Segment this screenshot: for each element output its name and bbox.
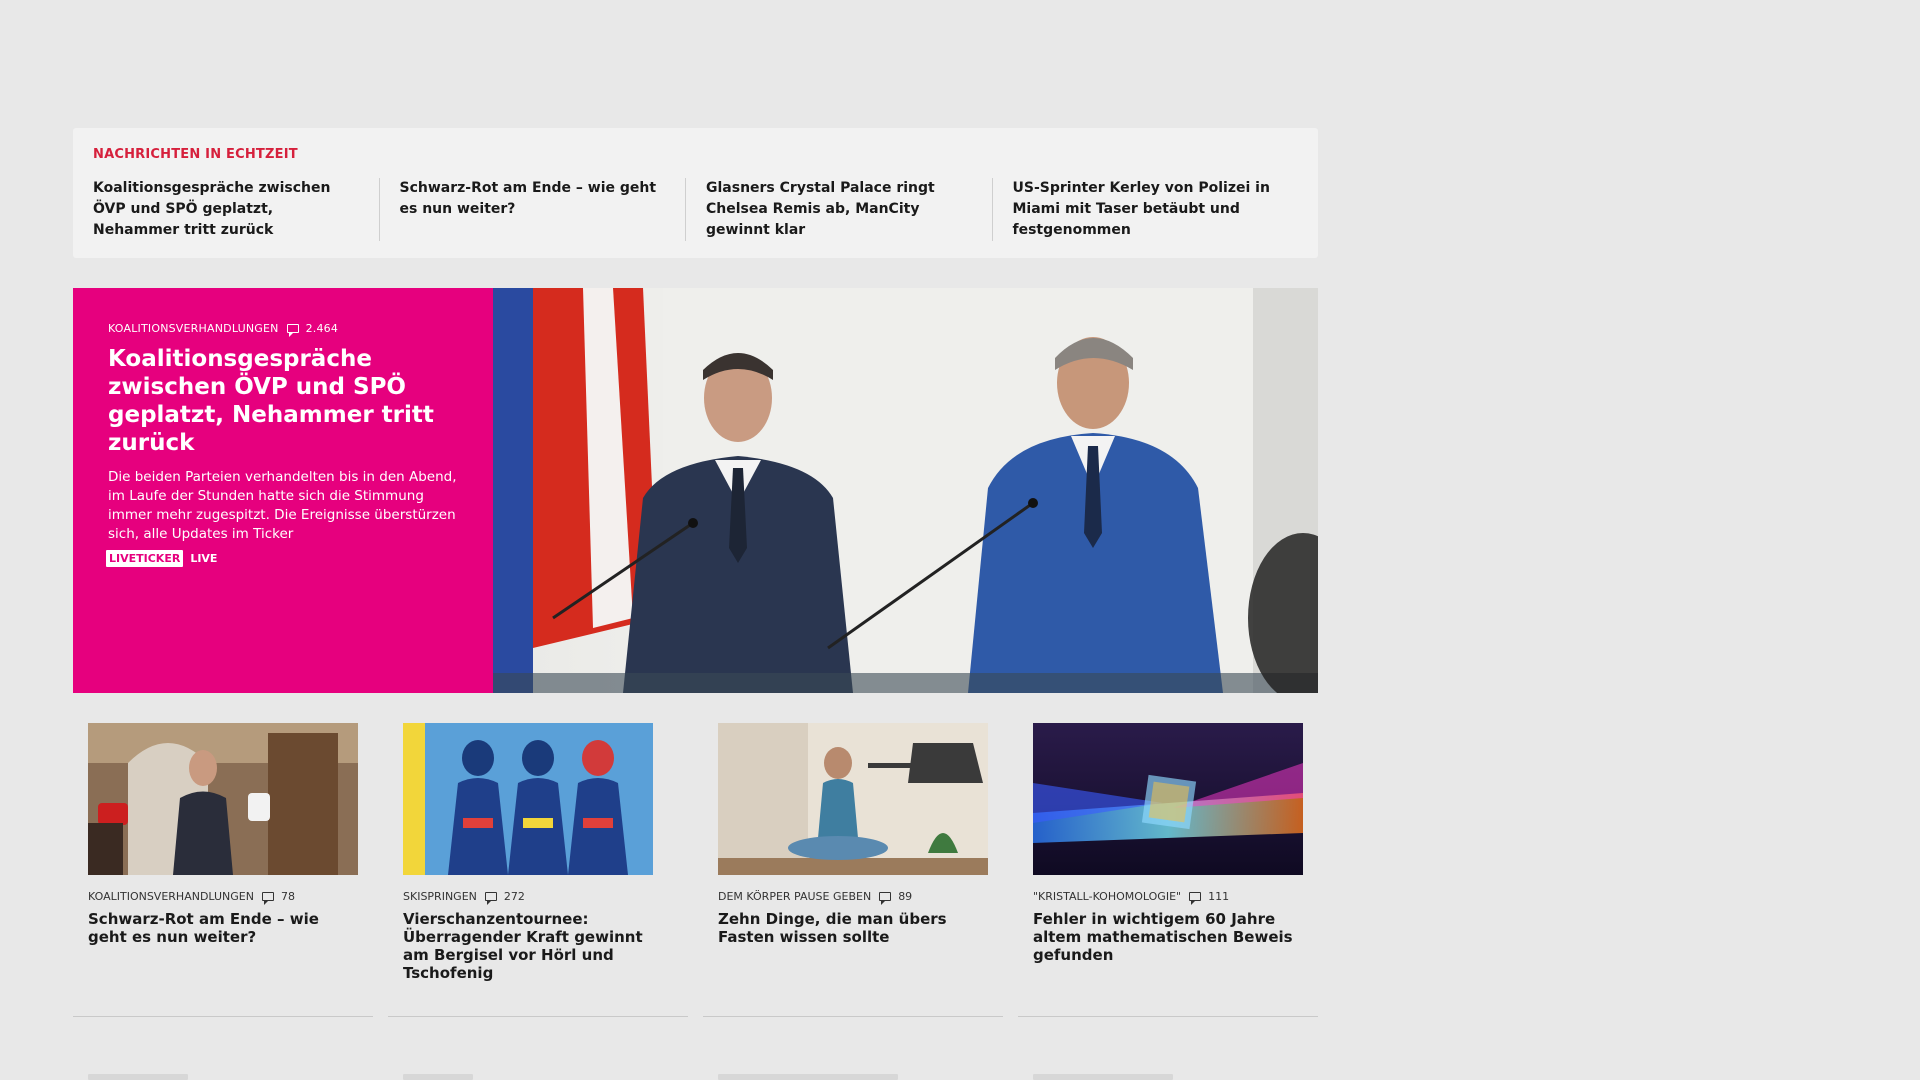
hero-meta: KOALITIONSVERHANDLUNGEN 2.464 [108, 322, 459, 337]
teaser-image-meditation[interactable] [718, 723, 988, 875]
teaser-meta: "KRISTALL-KOHOMOLOGIE" 111 [1033, 890, 1318, 905]
teaser-image-press-statement[interactable] [88, 723, 358, 875]
hero-badges: LIVETICKER LIVE [106, 550, 459, 567]
realtime-item[interactable]: US-Sprinter Kerley von Polizei in Miami … [991, 178, 1299, 241]
realtime-news-bar: NACHRICHTEN IN ECHTZEIT Koalitionsgesprä… [73, 128, 1318, 258]
liveticker-badge: LIVETICKER [106, 550, 184, 567]
teaser-comment-count[interactable]: 89 [898, 890, 912, 903]
hero-description: Die beiden Parteien verhandelten bis in … [108, 469, 457, 542]
teaser-comment-count[interactable]: 78 [281, 890, 295, 903]
teaser-divider [1018, 1016, 1318, 1017]
teaser-title[interactable]: Schwarz-Rot am Ende – wie geht es nun we… [88, 910, 358, 946]
realtime-label: NACHRICHTEN IN ECHTZEIT [93, 147, 298, 162]
teaser-category: KOALITIONSVERHANDLUNGEN [88, 890, 254, 903]
hero-photo-illustration [493, 288, 1318, 693]
hero-title[interactable]: Koalitionsgespräche zwischen ÖVP und SPÖ… [108, 345, 459, 457]
teaser-title[interactable]: Zehn Dinge, die man übers Fasten wissen … [718, 910, 988, 946]
next-row-placeholder [1033, 1074, 1173, 1080]
teaser-card[interactable]: SKISPRINGEN 272 Vierschanzentournee: Übe… [388, 723, 688, 982]
teaser-divider [703, 1016, 1003, 1017]
next-row-placeholder [88, 1074, 188, 1080]
teaser-comment-count[interactable]: 111 [1208, 890, 1229, 903]
teaser-comment-count[interactable]: 272 [504, 890, 525, 903]
realtime-item[interactable]: Glasners Crystal Palace ringt Chelsea Re… [685, 178, 992, 241]
next-row-placeholder [403, 1074, 473, 1080]
teaser-divider [73, 1016, 373, 1017]
teaser-card[interactable]: "KRISTALL-KOHOMOLOGIE" 111 Fehler in wic… [1018, 723, 1318, 982]
teaser-category: DEM KÖRPER PAUSE GEBEN [718, 890, 872, 903]
hero-text-panel: KOALITIONSVERHANDLUNGEN 2.464 Koalitions… [73, 288, 493, 693]
flag-blue [493, 288, 533, 693]
comment-icon [879, 892, 892, 905]
hero-article[interactable]: KOALITIONSVERHANDLUNGEN 2.464 Koalitions… [73, 288, 1318, 693]
teaser-divider [388, 1016, 688, 1017]
comment-icon [261, 892, 274, 905]
live-badge: LIVE [190, 552, 218, 565]
teaser-title[interactable]: Fehler in wichtigem 60 Jahre altem mathe… [1033, 910, 1303, 964]
hero-comment-count[interactable]: 2.464 [306, 322, 339, 335]
teaser-grid: KOALITIONSVERHANDLUNGEN 78 Schwarz-Rot a… [73, 723, 1318, 982]
teaser-category: SKISPRINGEN [403, 890, 477, 903]
comment-icon [1189, 892, 1202, 905]
realtime-list: Koalitionsgespräche zwischen ÖVP und SPÖ… [93, 178, 1298, 241]
teaser-image-ski-jumpers[interactable] [403, 723, 673, 875]
comment-icon [484, 892, 497, 905]
teaser-category: "KRISTALL-KOHOMOLOGIE" [1033, 890, 1182, 903]
teaser-title[interactable]: Vierschanzentournee: Überragender Kraft … [403, 910, 673, 982]
realtime-item[interactable]: Schwarz-Rot am Ende – wie geht es nun we… [378, 178, 686, 241]
teaser-card[interactable]: DEM KÖRPER PAUSE GEBEN 89 Zehn Dinge, di… [703, 723, 1003, 982]
teaser-meta: SKISPRINGEN 272 [403, 890, 688, 905]
teaser-meta: DEM KÖRPER PAUSE GEBEN 89 [718, 890, 1003, 905]
teaser-card[interactable]: KOALITIONSVERHANDLUNGEN 78 Schwarz-Rot a… [73, 723, 373, 982]
hero-category: KOALITIONSVERHANDLUNGEN [108, 322, 279, 335]
comment-icon [286, 324, 299, 337]
teaser-meta: KOALITIONSVERHANDLUNGEN 78 [88, 890, 373, 905]
hero-photo-politicians[interactable] [493, 288, 1318, 693]
teaser-image-crystal-prism[interactable] [1033, 723, 1303, 875]
realtime-item[interactable]: Koalitionsgespräche zwischen ÖVP und SPÖ… [93, 178, 379, 241]
next-row-placeholder [718, 1074, 898, 1080]
